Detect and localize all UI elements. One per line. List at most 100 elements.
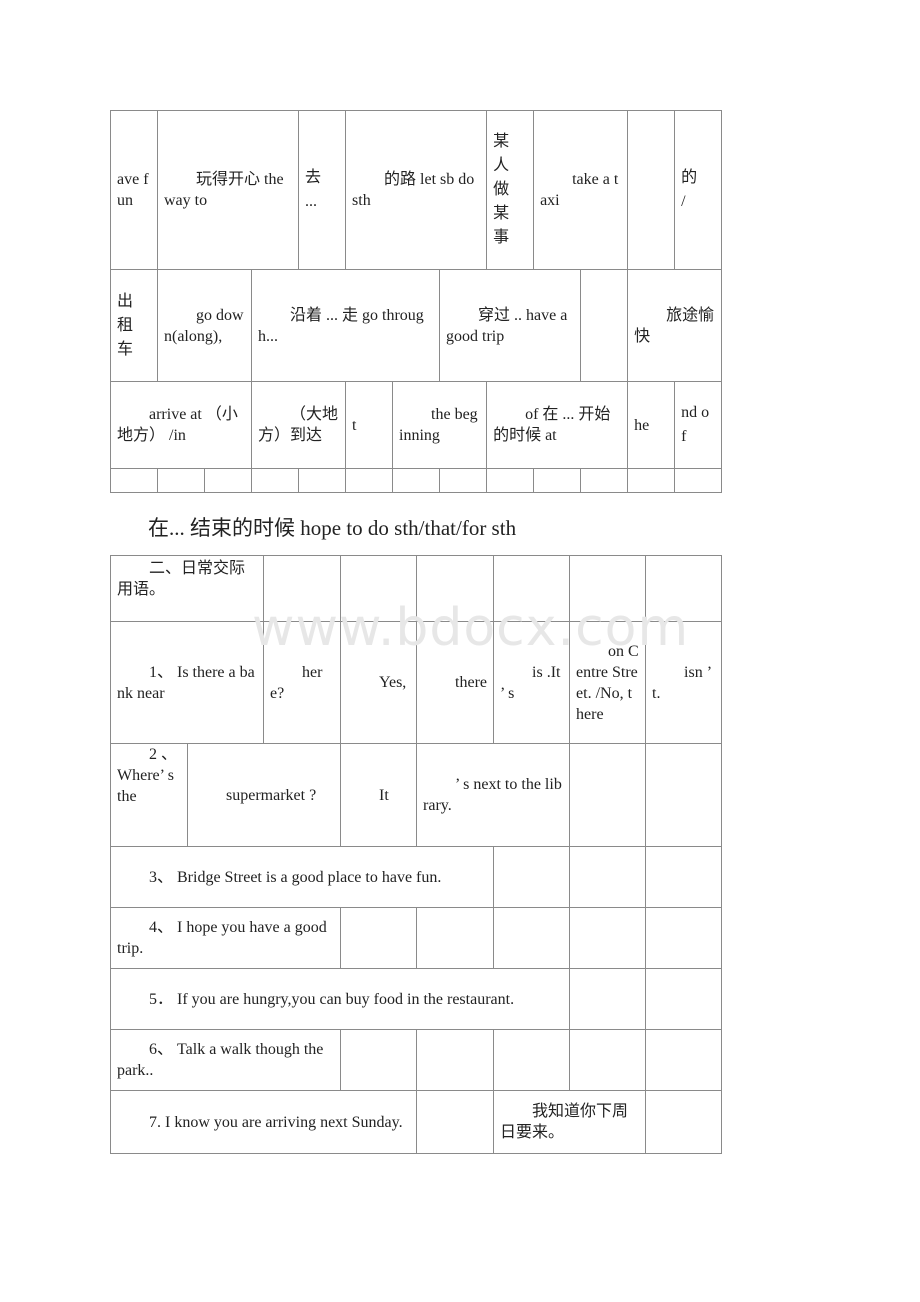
table-row: 2 、Where’ s the supermarket ? It ’ s nex… bbox=[110, 743, 723, 847]
table-cell bbox=[569, 968, 647, 1030]
table-cell: nd of bbox=[674, 381, 723, 469]
table-cell: arrive at （小地方） /in bbox=[110, 381, 252, 469]
table-cell bbox=[263, 555, 342, 622]
cell-text: the beginning bbox=[399, 406, 478, 444]
table-cell bbox=[627, 468, 676, 493]
table-cell: of 在 ... 开始的时候 at bbox=[486, 381, 629, 469]
table-cell bbox=[533, 468, 582, 493]
table-cell bbox=[340, 907, 418, 969]
cell-text: 1、 Is there a bank near bbox=[117, 663, 255, 702]
table-cell: take a taxi bbox=[533, 110, 629, 270]
table-row: ave fun 玩得开心 the way to 去 ... 的路 let sb … bbox=[110, 110, 723, 270]
cell-text: supermarket ? bbox=[226, 786, 317, 804]
table-row: arrive at （小地方） /in （大地方）到达 t the beginn… bbox=[110, 381, 723, 469]
table-cell bbox=[298, 468, 347, 493]
table-cell bbox=[569, 846, 647, 908]
cell-text: 旅途愉快 bbox=[634, 306, 715, 345]
cell-text: go down(along), bbox=[164, 306, 244, 345]
table-cell: there bbox=[416, 621, 495, 744]
table-cell bbox=[674, 468, 723, 493]
table-cell bbox=[416, 907, 495, 969]
table-cell bbox=[204, 468, 252, 493]
table-cell: here? bbox=[263, 621, 342, 744]
table-row: 6、 Talk a walk though the park.. bbox=[109, 1029, 723, 1091]
table-cell bbox=[340, 555, 418, 622]
table-cell bbox=[439, 468, 488, 493]
table-cell: 的路 let sb do sth bbox=[345, 110, 488, 270]
table-cell: 穿过 .. have a good trip bbox=[439, 269, 582, 382]
table-cell bbox=[645, 555, 723, 622]
table-cell bbox=[645, 968, 723, 1030]
table-cell bbox=[580, 269, 629, 382]
table-cell: on Centre Street. /No, there bbox=[569, 621, 647, 744]
cell-text: isn ’ t. bbox=[652, 663, 711, 702]
table-cell: 1、 Is there a bank near bbox=[109, 621, 265, 744]
table-cell bbox=[569, 907, 647, 969]
table-cell: Yes, bbox=[340, 621, 418, 744]
cell-text: 某人做某事 bbox=[493, 133, 510, 246]
table-cell: is .It ’ s bbox=[493, 621, 571, 744]
table-cell: 出租车 bbox=[110, 269, 158, 382]
cell-text: 穿过 .. have a good trip bbox=[446, 306, 568, 345]
cell-text: 去 ... bbox=[305, 169, 322, 210]
cell-text: 3、 Bridge Street is a good place to have… bbox=[149, 868, 442, 886]
cell-text: nd of bbox=[681, 404, 710, 445]
cell-text: ave fun bbox=[117, 171, 149, 209]
table-cell: 沿着 ... 走 go through... bbox=[250, 269, 441, 382]
table-cell bbox=[340, 1029, 418, 1091]
table-cell bbox=[645, 1029, 723, 1091]
cell-text: 玩得开心 the way to bbox=[164, 171, 284, 209]
cell-text: on Centre Street. /No, there bbox=[576, 642, 639, 723]
table-cell: ave fun bbox=[110, 110, 158, 270]
table-cell: supermarket ? bbox=[186, 743, 342, 847]
table-row: 4、 I hope you have a good trip. bbox=[109, 907, 723, 969]
table-cell: 的 / bbox=[674, 110, 723, 270]
cell-text: here? bbox=[270, 663, 323, 702]
table-cell bbox=[645, 743, 723, 847]
expressions-table: 二、日常交际用语。 1、 Is there a bank near here? … bbox=[109, 555, 723, 1154]
section-heading: 二、日常交际用语。 bbox=[109, 555, 265, 622]
cell-text: 6、 Talk a walk though the park.. bbox=[117, 1041, 324, 1079]
table-cell bbox=[569, 743, 647, 847]
paragraph-text: 在... 结束的时候 hope to do sth/that/for sth bbox=[148, 516, 517, 540]
phrase-table: ave fun 玩得开心 the way to 去 ... 的路 let sb … bbox=[110, 110, 723, 493]
cell-text: （大地方）到达 bbox=[258, 406, 339, 444]
table-row: 7. I know you are arriving next Sunday. … bbox=[109, 1090, 723, 1154]
table-cell: ’ s next to the library. bbox=[416, 743, 571, 847]
cell-text: 的 / bbox=[681, 169, 698, 210]
cell-text: arrive at （小地方） /in bbox=[117, 406, 238, 444]
table-cell: 6、 Talk a walk though the park.. bbox=[109, 1029, 342, 1091]
cell-text: Yes, bbox=[379, 674, 407, 691]
table-cell: 某人做某事 bbox=[486, 110, 535, 270]
cell-text: 7. I know you are arriving next Sunday. bbox=[149, 1113, 403, 1131]
table-cell bbox=[392, 468, 441, 493]
table-cell bbox=[645, 846, 723, 908]
table-cell: 玩得开心 the way to bbox=[156, 110, 300, 270]
cell-text: 二、日常交际用语。 bbox=[117, 560, 246, 598]
table-row: 3、 Bridge Street is a good place to have… bbox=[109, 846, 723, 908]
table-row: 出租车 go down(along), 沿着 ... 走 go through.… bbox=[110, 269, 723, 382]
cell-text: 2 、Where’ s the bbox=[117, 746, 178, 805]
table-cell bbox=[345, 468, 394, 493]
cell-text: is .It ’ s bbox=[500, 663, 561, 702]
table-cell bbox=[416, 555, 495, 622]
cell-text: he bbox=[634, 416, 650, 434]
table-cell bbox=[627, 110, 676, 270]
table-cell bbox=[157, 468, 205, 493]
table-cell bbox=[493, 846, 571, 908]
cell-text: of 在 ... 开始的时候 at bbox=[493, 406, 611, 444]
table-row: 5． If you are hungry,you can buy food in… bbox=[109, 968, 723, 1030]
table-cell: 4、 I hope you have a good trip. bbox=[109, 907, 342, 969]
table-cell: he bbox=[627, 381, 676, 469]
table-cell: 7. I know you are arriving next Sunday. bbox=[109, 1090, 418, 1154]
cell-text: 5． If you are hungry,you can buy food in… bbox=[149, 990, 515, 1008]
table-cell: It bbox=[340, 743, 418, 847]
table-cell: 我知道你下周日要来。 bbox=[493, 1090, 647, 1154]
cell-text: 出租车 bbox=[117, 292, 134, 358]
cell-text: It bbox=[379, 786, 389, 804]
table-cell bbox=[645, 907, 723, 969]
table-cell: 5． If you are hungry,you can buy food in… bbox=[109, 968, 571, 1030]
cell-text: t bbox=[352, 416, 357, 434]
table-cell: go down(along), bbox=[157, 269, 252, 382]
table-cell bbox=[493, 907, 571, 969]
